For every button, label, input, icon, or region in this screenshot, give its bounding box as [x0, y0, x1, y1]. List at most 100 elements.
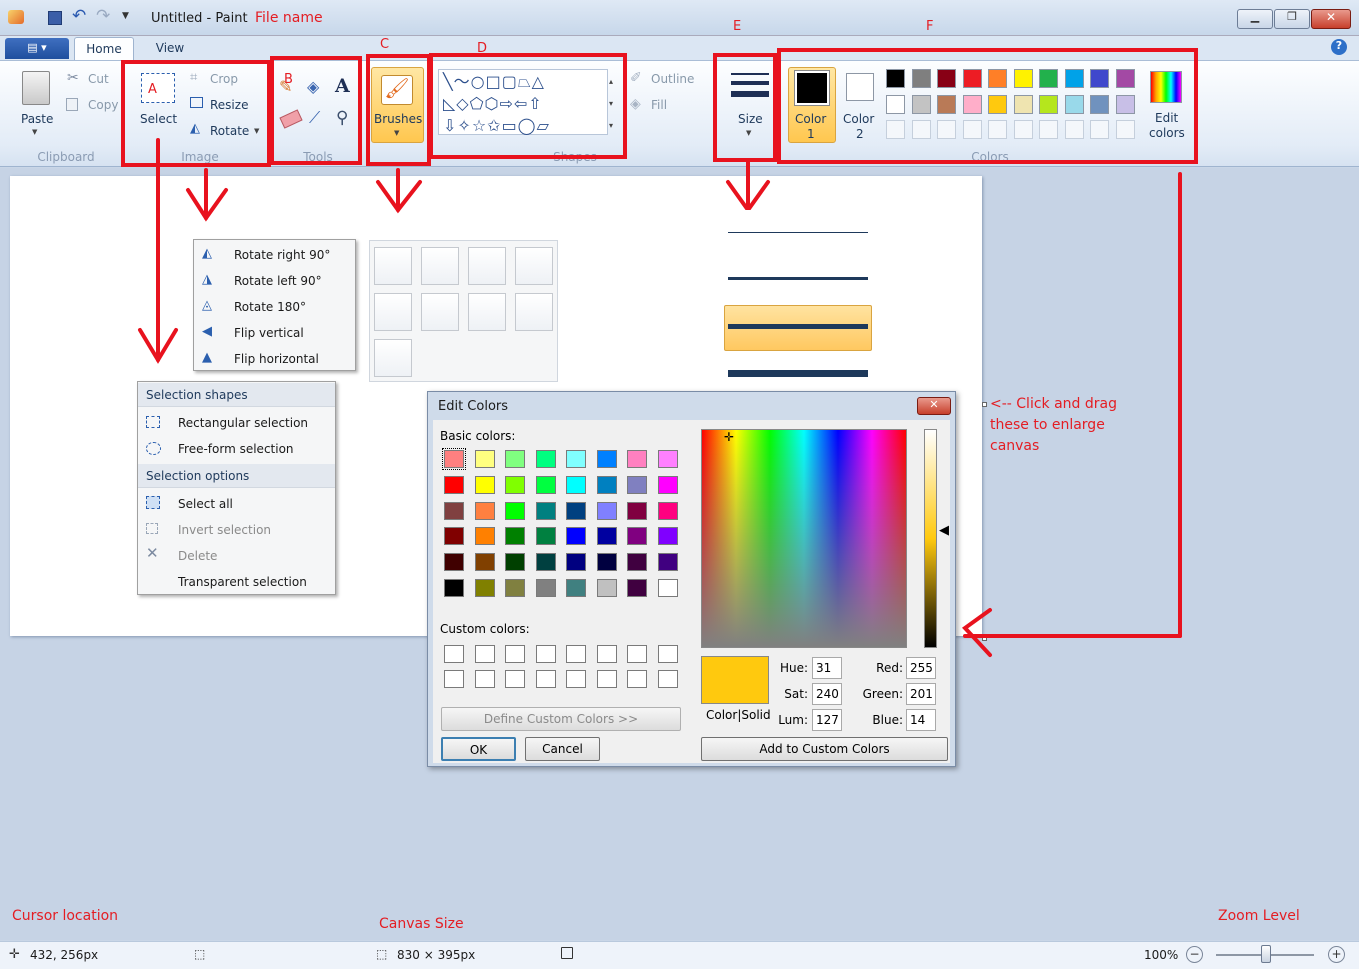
- basic-color-swatch[interactable]: [596, 579, 617, 597]
- custom-color-swatch[interactable]: [505, 670, 525, 688]
- lum-field[interactable]: 127: [812, 709, 842, 731]
- custom-color-swatch[interactable]: [535, 670, 556, 688]
- custom-color-swatch[interactable]: [657, 645, 678, 663]
- custom-color-swatch[interactable]: [627, 670, 647, 688]
- basic-color-swatch[interactable]: [505, 553, 525, 572]
- natural-pencil-option[interactable]: [515, 293, 553, 331]
- basic-color-swatch[interactable]: [657, 579, 678, 597]
- red-field[interactable]: 255: [906, 657, 936, 679]
- basic-color-swatch[interactable]: [474, 553, 495, 572]
- basic-color-swatch[interactable]: [505, 579, 525, 597]
- basic-color-swatch[interactable]: [566, 553, 586, 572]
- green-field[interactable]: 201: [906, 683, 936, 705]
- define-custom-colors-button[interactable]: Define Custom Colors >>: [441, 707, 681, 731]
- basic-color-swatch[interactable]: [566, 475, 586, 494]
- luminance-slider-icon[interactable]: ◀: [939, 523, 949, 538]
- custom-color-swatch[interactable]: [535, 645, 556, 663]
- blue-field[interactable]: 14: [906, 709, 936, 731]
- basic-color-swatch[interactable]: [535, 579, 556, 597]
- basic-color-swatch[interactable]: [444, 501, 464, 520]
- custom-color-swatch[interactable]: [474, 670, 495, 688]
- basic-color-swatch[interactable]: [657, 527, 678, 546]
- basic-color-swatch[interactable]: [505, 501, 525, 520]
- basic-color-swatch[interactable]: [657, 475, 678, 494]
- zoom-in-button[interactable]: +: [1328, 946, 1345, 963]
- basic-color-swatch[interactable]: [627, 579, 647, 597]
- basic-color-swatch[interactable]: [535, 475, 556, 494]
- basic-color-swatch[interactable]: [596, 501, 617, 520]
- basic-color-swatch[interactable]: [444, 475, 464, 494]
- ok-button[interactable]: OK: [441, 737, 516, 761]
- basic-color-swatch[interactable]: [657, 450, 678, 468]
- flip-horizontal-item[interactable]: ▲ Flip horizontal: [194, 346, 355, 372]
- spectrum-crosshair-icon[interactable]: ✛: [724, 430, 734, 444]
- hue-field[interactable]: 31: [812, 657, 842, 679]
- basic-color-swatch[interactable]: [505, 450, 525, 468]
- basic-color-swatch[interactable]: [474, 475, 495, 494]
- custom-color-swatch[interactable]: [596, 645, 617, 663]
- basic-color-swatch[interactable]: [444, 579, 464, 597]
- basic-color-swatch[interactable]: [566, 450, 586, 468]
- custom-color-swatch[interactable]: [627, 645, 647, 663]
- basic-color-swatch[interactable]: [474, 450, 495, 468]
- crayon-option[interactable]: [421, 293, 459, 331]
- calligraphy-brush-2-option[interactable]: [468, 247, 506, 285]
- cancel-button[interactable]: Cancel: [525, 737, 600, 761]
- free-form-selection-item[interactable]: Free-form selection: [138, 436, 335, 462]
- rotate-right-item[interactable]: ◭ Rotate right 90°: [194, 242, 355, 268]
- basic-color-swatch[interactable]: [535, 450, 556, 468]
- watercolor-brush-option[interactable]: [374, 339, 412, 377]
- custom-color-swatch[interactable]: [566, 670, 586, 688]
- basic-color-swatch[interactable]: [627, 553, 647, 572]
- basic-color-swatch[interactable]: [442, 448, 466, 470]
- add-to-custom-colors-button[interactable]: Add to Custom Colors: [701, 737, 948, 761]
- zoom-slider-thumb[interactable]: [1261, 945, 1271, 963]
- basic-color-swatch[interactable]: [627, 475, 647, 494]
- marker-option[interactable]: [468, 293, 506, 331]
- basic-color-swatch[interactable]: [535, 553, 556, 572]
- invert-selection-item[interactable]: Invert selection: [138, 517, 335, 543]
- delete-item[interactable]: ✕ Delete: [138, 543, 335, 569]
- flip-vertical-item[interactable]: ◀ Flip vertical: [194, 320, 355, 346]
- basic-color-swatch[interactable]: [566, 527, 586, 546]
- color-spectrum[interactable]: [701, 429, 907, 648]
- calligraphy-brush-1-option[interactable]: [421, 247, 459, 285]
- basic-color-swatch[interactable]: [596, 527, 617, 546]
- zoom-out-button[interactable]: −: [1186, 946, 1203, 963]
- luminance-bar[interactable]: [924, 429, 937, 648]
- basic-color-swatch[interactable]: [474, 501, 495, 520]
- custom-color-swatch[interactable]: [444, 645, 464, 663]
- basic-color-swatch[interactable]: [444, 553, 464, 572]
- select-all-item[interactable]: Select all: [138, 491, 335, 517]
- size-1px-option[interactable]: [728, 232, 868, 233]
- basic-color-swatch[interactable]: [627, 527, 647, 546]
- custom-color-swatch[interactable]: [596, 670, 617, 688]
- brush-option[interactable]: [374, 247, 412, 285]
- custom-color-swatch[interactable]: [444, 670, 464, 688]
- basic-color-swatch[interactable]: [474, 579, 495, 597]
- custom-color-swatch[interactable]: [505, 645, 525, 663]
- basic-color-swatch[interactable]: [566, 501, 586, 520]
- dialog-close-button[interactable]: ✕: [917, 397, 951, 415]
- basic-color-swatch[interactable]: [566, 579, 586, 597]
- basic-color-swatch[interactable]: [444, 527, 464, 546]
- custom-color-swatch[interactable]: [657, 670, 678, 688]
- oil-brush-option[interactable]: [374, 293, 412, 331]
- basic-color-swatch[interactable]: [474, 527, 495, 546]
- basic-color-swatch[interactable]: [535, 527, 556, 546]
- custom-color-swatch[interactable]: [474, 645, 495, 663]
- basic-color-swatch[interactable]: [627, 501, 647, 520]
- custom-color-swatch[interactable]: [566, 645, 586, 663]
- basic-color-swatch[interactable]: [657, 553, 678, 572]
- sat-field[interactable]: 240: [812, 683, 842, 705]
- basic-color-swatch[interactable]: [505, 527, 525, 546]
- basic-color-swatch[interactable]: [596, 475, 617, 494]
- basic-color-swatch[interactable]: [505, 475, 525, 494]
- rotate-180-item[interactable]: ◬ Rotate 180°: [194, 294, 355, 320]
- basic-color-swatch[interactable]: [535, 501, 556, 520]
- airbrush-option[interactable]: [515, 247, 553, 285]
- size-8px-option[interactable]: [728, 370, 868, 377]
- basic-color-swatch[interactable]: [657, 501, 678, 520]
- basic-color-swatch[interactable]: [627, 450, 647, 468]
- basic-color-swatch[interactable]: [596, 450, 617, 468]
